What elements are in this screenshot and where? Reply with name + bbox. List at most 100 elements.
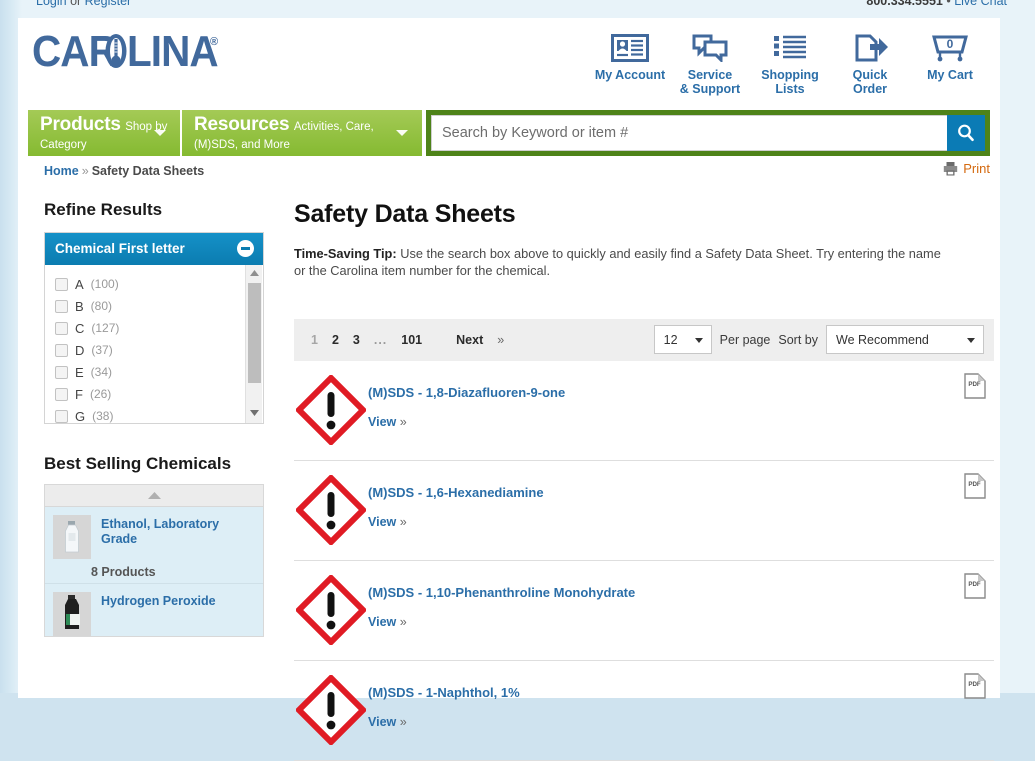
result-pdf-link[interactable]: PDF <box>964 473 986 504</box>
svg-text:®: ® <box>210 36 218 48</box>
facet-count: (127) <box>91 321 119 335</box>
result-row: (M)SDS - 1,10-Phenanthroline Monohydrate… <box>294 561 994 661</box>
login-link[interactable]: Login <box>36 0 67 8</box>
utility-bullet: • <box>943 0 954 8</box>
facet-checkbox[interactable] <box>55 410 68 423</box>
result-pdf-link[interactable]: PDF <box>964 673 986 704</box>
facet-header[interactable]: Chemical First letter <box>45 233 263 265</box>
header-cart-label: My Cart <box>910 68 990 82</box>
facet-item-e[interactable]: E(34) <box>55 361 263 383</box>
view-label: View <box>368 415 396 429</box>
search-button[interactable] <box>947 115 985 151</box>
print-button[interactable]: Print <box>943 161 990 176</box>
refine-results-title: Refine Results <box>44 200 264 220</box>
facet-item-c[interactable]: C(127) <box>55 317 263 339</box>
next-page-link[interactable]: Next» <box>429 333 518 347</box>
result-row: (M)SDS - 1-Naphthol, 1%View »PDF <box>294 661 994 761</box>
header-quick-order[interactable]: Quick Order <box>830 24 910 96</box>
best-selling-item-name[interactable]: Ethanol, Laboratory Grade <box>101 515 255 559</box>
sort-by-select[interactable]: We Recommend <box>826 325 984 354</box>
page-last-link[interactable]: 101 <box>394 333 429 347</box>
facet-count: (37) <box>91 343 112 357</box>
result-title-link[interactable]: (M)SDS - 1,10-Phenanthroline Monohydrate <box>368 585 994 600</box>
header-service-support[interactable]: Service & Support <box>670 24 750 96</box>
best-selling-item-name[interactable]: Hydrogen Peroxide <box>101 592 216 636</box>
nav-products[interactable]: Products Shop by Category <box>28 110 180 156</box>
facet-item-b[interactable]: B(80) <box>55 295 263 317</box>
site-shell: CAR LINA ® <box>18 18 1000 698</box>
nav-resources[interactable]: Resources Activities, Care, (M)SDS, and … <box>182 110 422 156</box>
breadcrumb-home[interactable]: Home <box>44 164 79 178</box>
main-navigation: Products Shop by Category Resources Acti… <box>28 110 990 156</box>
scrollbar-thumb[interactable] <box>248 283 261 383</box>
header-service-label-1: Service <box>670 68 750 82</box>
header-my-cart[interactable]: 0 My Cart <box>910 24 990 82</box>
page-3-link[interactable]: 3 <box>346 333 367 347</box>
register-link[interactable]: Register <box>85 0 132 8</box>
chevron-up-icon <box>148 492 161 499</box>
facet-list: A(100)B(80)C(127)D(37)E(34)F(26)G(38)H(3… <box>45 273 263 423</box>
header-shopping-lists[interactable]: Shopping Lists <box>750 24 830 96</box>
result-pdf-link[interactable]: PDF <box>964 373 986 404</box>
result-view-link[interactable]: View » <box>368 515 407 529</box>
print-label: Print <box>963 161 990 176</box>
sort-by-label: Sort by <box>778 333 818 347</box>
scroll-up-arrow-icon[interactable] <box>246 265 262 281</box>
chevron-down-icon <box>396 130 408 136</box>
facet-scrollbar[interactable] <box>245 265 262 423</box>
page-2-link[interactable]: 2 <box>325 333 346 347</box>
result-view-link[interactable]: View » <box>368 715 407 729</box>
facet-item-a[interactable]: A(100) <box>55 273 263 295</box>
nav-products-title: Products <box>40 114 121 135</box>
result-title-link[interactable]: (M)SDS - 1,6-Hexanediamine <box>368 485 994 500</box>
facet-chemical-first-letter: Chemical First letter A(100)B(80)C(127)D… <box>44 232 264 424</box>
result-view-link[interactable]: View » <box>368 415 407 429</box>
site-header: CAR LINA ® <box>18 18 1000 110</box>
header-service-label-2: & Support <box>670 82 750 96</box>
facet-checkbox[interactable] <box>55 278 68 291</box>
scroll-down-arrow-icon[interactable] <box>246 405 263 421</box>
per-page-select[interactable]: 12 <box>654 325 712 354</box>
chevron-down-icon <box>695 338 703 343</box>
facet-count: (38) <box>92 409 113 423</box>
header-my-account[interactable]: My Account <box>590 24 670 82</box>
logo-wordmark-icon: CAR LINA ® <box>32 27 232 79</box>
carousel-up-button[interactable] <box>45 485 263 507</box>
collapse-minus-icon[interactable] <box>237 240 254 257</box>
carolina-logo[interactable]: CAR LINA ® <box>32 27 232 79</box>
best-selling-box: Ethanol, Laboratory Grade 8 Products <box>44 484 264 637</box>
sort-by-value: We Recommend <box>836 333 929 347</box>
facet-item-d[interactable]: D(37) <box>55 339 263 361</box>
next-label: Next <box>449 333 490 347</box>
facet-title: Chemical First letter <box>55 241 185 256</box>
cart-icon: 0 <box>910 28 990 68</box>
utility-right: 800.334.5551 • Live Chat <box>866 0 1007 8</box>
breadcrumb: Home»Safety Data Sheets <box>44 164 204 178</box>
search-input[interactable] <box>431 115 985 151</box>
facet-checkbox[interactable] <box>55 322 68 335</box>
facet-item-f[interactable]: F(26) <box>55 383 263 405</box>
svg-text:PDF: PDF <box>968 581 981 588</box>
header-shopping-label-2: Lists <box>750 82 830 96</box>
facet-checkbox[interactable] <box>55 388 68 401</box>
facet-item-g[interactable]: G(38) <box>55 405 263 423</box>
facet-checkbox[interactable] <box>55 300 68 313</box>
facet-count: (80) <box>91 299 112 313</box>
best-selling-item[interactable]: Hydrogen Peroxide <box>45 584 263 636</box>
header-my-account-label: My Account <box>590 68 670 82</box>
live-chat-link[interactable]: Live Chat <box>954 0 1007 8</box>
svg-text:LINA: LINA <box>127 27 218 75</box>
ghs-exclamation-icon <box>296 475 366 545</box>
result-title-link[interactable]: (M)SDS - 1,8-Diazafluoren-9-one <box>368 385 994 400</box>
facet-checkbox[interactable] <box>55 344 68 357</box>
sidebar: Refine Results Chemical First letter A(1… <box>44 200 264 637</box>
svg-text:PDF: PDF <box>968 481 981 488</box>
view-chevron-icon: » <box>400 415 407 429</box>
pagination-ellipsis: ... <box>367 333 394 347</box>
result-pdf-link[interactable]: PDF <box>964 573 986 604</box>
page-arrow-icon <box>830 28 910 68</box>
result-view-link[interactable]: View » <box>368 615 407 629</box>
facet-checkbox[interactable] <box>55 366 68 379</box>
view-chevron-icon: » <box>400 515 407 529</box>
best-selling-item[interactable]: Ethanol, Laboratory Grade <box>45 507 263 559</box>
